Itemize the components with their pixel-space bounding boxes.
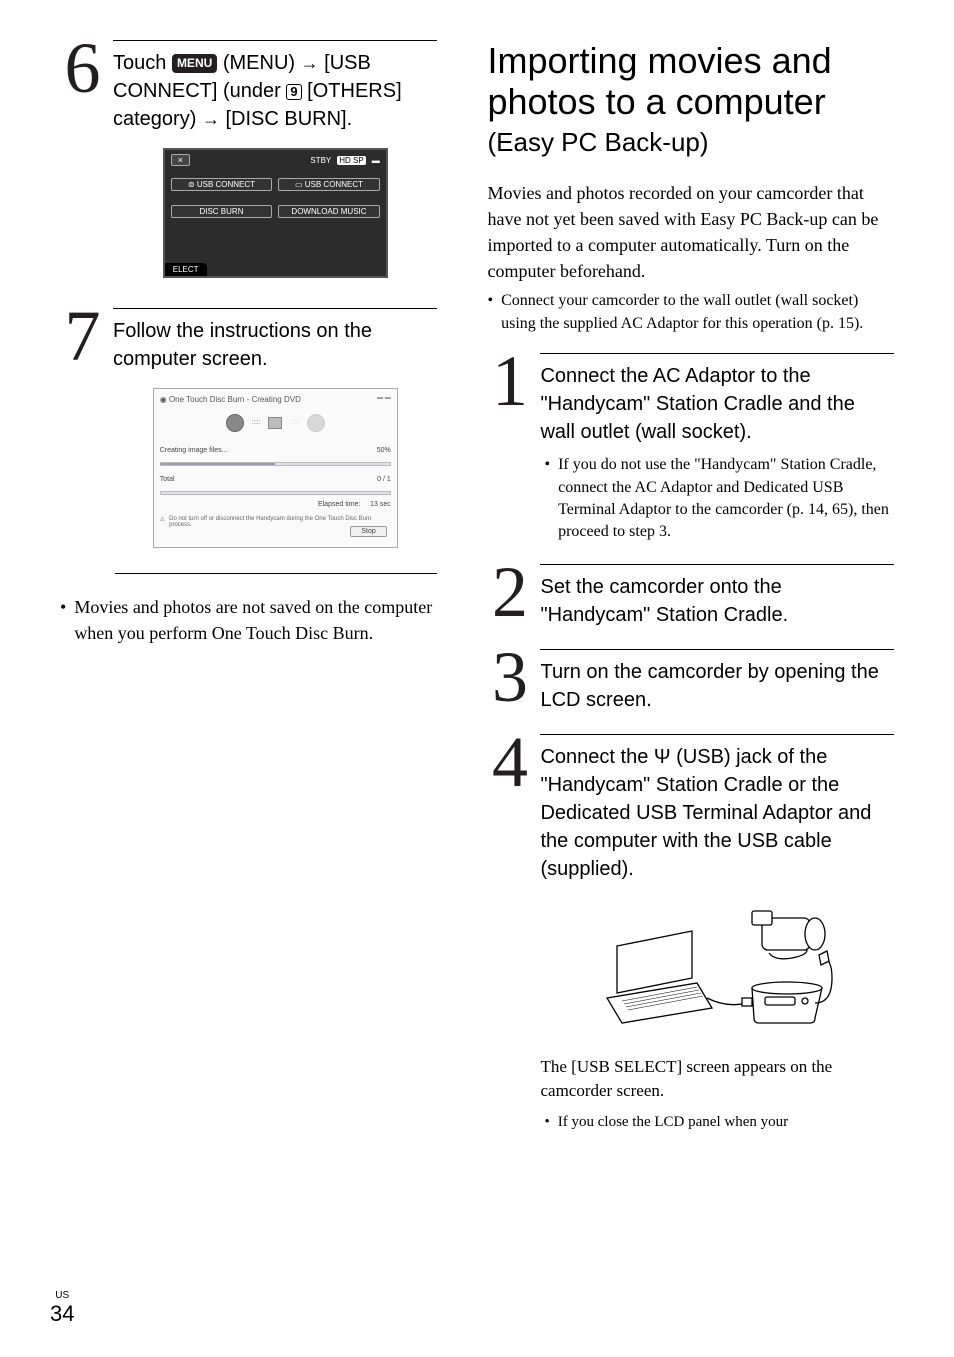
step-number: 6 [60,40,105,278]
step-7: 7 Follow the instructions on the compute… [60,308,437,548]
section-title: Importing movies and photos to a compute… [487,40,894,123]
step-3-text: Turn on the camcorder by opening the LCD… [540,658,894,714]
page-number: 34 [50,1301,74,1326]
usb-connect-2-button: ▭ USB CONNECT [278,178,380,191]
bullet-icon: • [544,1112,549,1133]
stop-button: Stop [350,526,386,537]
percent-value: 50% [377,447,391,454]
hd-sp-label: HD SP [337,156,365,165]
step-1-text: Connect the AC Adaptor to the "Handycam"… [540,362,894,446]
bullet-icon: • [487,290,493,335]
arrow-icon: → [202,109,220,129]
bullet-icon: • [60,594,66,646]
folder-icon [268,417,282,429]
left-column: 6 Touch MENU (MENU) → [USB CONNECT] (und… [60,40,437,1153]
page-footer: US 34 [50,1290,74,1327]
after-diagram-bullet-text: If you close the LCD panel when your [558,1112,788,1133]
text-part: [DISC BURN]. [220,108,352,130]
usb-icon: Ψ [654,746,671,768]
step-2-text: Set the camcorder onto the "Handycam" St… [540,573,894,629]
select-tab-label: ELECT [165,263,207,276]
dialog-title-text: One Touch Disc Burn - Creating DVD [169,395,301,404]
step-1-sub-text: If you do not use the "Handycam" Station… [558,454,894,544]
total-label: Total [160,476,175,483]
after-diagram-text: The [USB SELECT] screen appears on the c… [540,1055,894,1104]
total-progress-bar [160,491,391,495]
step-4: 4 Connect the Ψ (USB) jack of the "Handy… [487,734,894,1133]
intro-paragraph: Movies and photos recorded on your camco… [487,180,894,284]
step-1-sub-note: • If you do not use the "Handycam" Stati… [540,454,894,544]
step-2-content: Set the camcorder onto the "Handycam" St… [540,564,894,629]
step-number: 2 [487,564,532,629]
download-music-button: DOWNLOAD MUSIC [278,205,380,218]
section-subtitle: (Easy PC Back-up) [487,127,894,158]
stby-label: STBY [310,156,331,165]
step-6: 6 Touch MENU (MENU) → [USB CONNECT] (und… [60,40,437,278]
elapsed-label: Elapsed time: [318,501,360,508]
step-number: 3 [487,649,532,714]
step-number: 4 [487,734,532,1133]
step-4-content: Connect the Ψ (USB) jack of the "Handyca… [540,734,894,1133]
left-notes-list: • Movies and photos are not saved on the… [60,594,437,646]
connection-diagram [597,903,837,1043]
disc-burn-button: DISC BURN [171,205,273,218]
intro-bullet-text: Connect your camcorder to the wall outle… [501,290,894,335]
step-7-text: Follow the instructions on the computer … [113,317,437,373]
after-diagram-bullet: • If you close the LCD panel when your [540,1112,894,1133]
usb-connect-1-button: ⊜ USB CONNECT [171,178,273,191]
text-part: Connect the [540,746,653,768]
step-1: 1 Connect the AC Adaptor to the "Handyca… [487,353,894,544]
pc-disc-burn-dialog-screenshot: ◉ One Touch Disc Burn - Creating DVD ▬ ▬… [153,388,398,548]
text-part: Touch [113,52,172,74]
elapsed-value: 13 sec [370,501,391,508]
progress-bar [160,462,391,466]
camcorder-usb-menu-screenshot: × STBY HD SP ▬ ⊜ USB CONNECT ▭ USB CONNE… [163,148,388,278]
list-item: • Movies and photos are not saved on the… [60,594,437,646]
warning-icon: ⚠ [160,516,165,523]
battery-icon: ▬ [372,156,380,165]
category-number-icon: 9 [286,84,301,100]
disc-icon [226,414,244,432]
bullet-icon: • [544,454,550,544]
dialog-title: ◉ One Touch Disc Burn - Creating DVD [160,395,301,404]
total-value: 0 / 1 [377,476,391,483]
creating-files-label: Creating image files... [160,447,228,454]
help-close-icons: ▬ ▬ [377,395,391,404]
step-3: 3 Turn on the camcorder by opening the L… [487,649,894,714]
step-1-content: Connect the AC Adaptor to the "Handycam"… [540,353,894,544]
step-2: 2 Set the camcorder onto the "Handycam" … [487,564,894,629]
step-3-content: Turn on the camcorder by opening the LCD… [540,649,894,714]
step-6-content: Touch MENU (MENU) → [USB CONNECT] (under… [113,40,437,278]
dots-icon: ::::: [252,420,260,426]
list-item: • Connect your camcorder to the wall out… [487,290,894,335]
right-column: Importing movies and photos to a compute… [487,40,894,1153]
region-label: US [50,1290,74,1301]
disc-icon [307,414,325,432]
step-7-content: Follow the instructions on the computer … [113,308,437,548]
note-text: Movies and photos are not saved on the c… [74,594,437,646]
dots-icon: ::::: [290,420,298,426]
step-number: 1 [487,353,532,544]
arrow-icon: → [301,53,319,73]
menu-button-label: MENU [172,54,217,73]
step-4-text: Connect the Ψ (USB) jack of the "Handyca… [540,743,894,883]
close-icon: × [171,154,190,166]
step-number: 7 [60,308,105,548]
intro-bullet-list: • Connect your camcorder to the wall out… [487,290,894,335]
section-divider [115,573,437,574]
text-part: (MENU) [217,52,300,74]
step-6-text: Touch MENU (MENU) → [USB CONNECT] (under… [113,49,437,133]
diagram-svg [597,903,837,1043]
